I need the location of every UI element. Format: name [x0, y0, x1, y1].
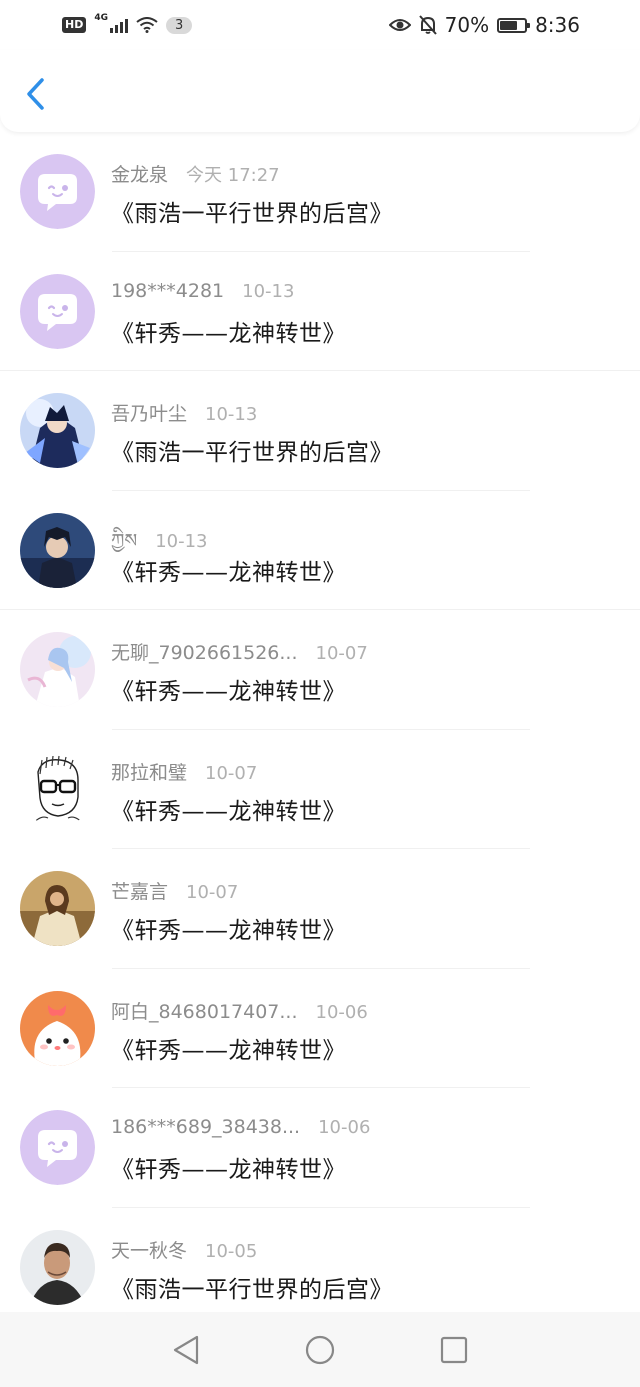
- sender-name: 金龙泉: [111, 164, 169, 186]
- nav-back-button[interactable]: [164, 1328, 208, 1372]
- sender-name: 阿白_8468017407...: [111, 1000, 298, 1023]
- avatar[interactable]: [20, 512, 95, 588]
- book-title: 《雨浩一平行世界的后宫》: [111, 201, 393, 227]
- message-item[interactable]: 天一秋冬 10-05 《雨浩一平行世界的后宫》: [0, 1208, 640, 1328]
- message-time: 10-13: [205, 404, 258, 425]
- avatar-image: [20, 393, 95, 468]
- book-title: 《雨浩一平行世界的后宫》: [111, 1276, 393, 1303]
- avatar-image: [20, 1229, 95, 1305]
- avatar[interactable]: [20, 632, 95, 707]
- sender-name: 芒嘉言: [111, 881, 169, 903]
- back-button[interactable]: [16, 72, 56, 116]
- message-meta: 金龙泉 今天 17:27: [111, 160, 280, 187]
- message-item[interactable]: ཀྱིས 10-13 《轩秀——龙神转世》: [0, 491, 640, 611]
- system-nav-bar: [0, 1312, 640, 1387]
- book-title: 《轩秀——龙神转世》: [111, 798, 346, 825]
- network-type: 4G: [94, 13, 108, 23]
- wifi-count-badge: 3: [166, 16, 193, 34]
- message-time: 10-13: [242, 280, 295, 302]
- book-title: 《轩秀——龙神转世》: [111, 1157, 346, 1183]
- sender-name: 吾乃叶尘: [111, 403, 188, 425]
- avatar-image: [20, 1110, 95, 1185]
- circle-home-icon: [305, 1335, 335, 1364]
- message-item[interactable]: 吾乃叶尘 10-13 《雨浩一平行世界的后宫》: [0, 371, 640, 491]
- avatar-image: [20, 871, 95, 946]
- message-meta: 198***4281 10-13: [111, 280, 294, 302]
- sender-name: 无聊_7902661526...: [111, 642, 298, 664]
- avatar-image: [20, 751, 95, 827]
- chevron-left-icon: [27, 78, 44, 110]
- avatar[interactable]: [20, 1110, 95, 1185]
- avatar-image: [20, 273, 95, 349]
- message-item[interactable]: 无聊_7902661526... 10-07 《轩秀——龙神转世》: [0, 610, 640, 730]
- message-meta: 阿白_8468017407... 10-06: [111, 997, 368, 1024]
- message-time: 今天 17:27: [186, 165, 280, 186]
- message-time: 10-07: [186, 882, 239, 903]
- sender-name: 198***4281: [111, 279, 225, 302]
- avatar-image: [20, 154, 95, 229]
- message-item[interactable]: 186***689_38438... 10-06 《轩秀——龙神转世》: [0, 1088, 640, 1208]
- eye-icon: [388, 19, 411, 31]
- sender-name: 186***689_38438...: [111, 1116, 301, 1138]
- message-meta: 芒嘉言 10-07: [111, 877, 238, 904]
- square-recents-icon: [440, 1336, 468, 1363]
- status-bar: HD 4G 3 70% 8:36: [0, 0, 640, 50]
- battery-percent: 70%: [444, 13, 490, 37]
- avatar[interactable]: [20, 751, 95, 827]
- message-meta: 186***689_38438... 10-06: [111, 1116, 370, 1138]
- avatar[interactable]: [20, 871, 95, 946]
- triangle-back-icon: [173, 1335, 199, 1364]
- book-title: 《轩秀——龙神转世》: [111, 918, 346, 944]
- avatar[interactable]: [20, 990, 95, 1066]
- book-title: 《轩秀——龙神转世》: [111, 320, 346, 347]
- message-time: 10-06: [318, 1117, 371, 1138]
- signal-icon: [110, 17, 128, 33]
- clock: 8:36: [535, 13, 580, 37]
- nav-recents-button[interactable]: [432, 1328, 476, 1372]
- message-meta: 那拉和璧 10-07: [111, 758, 257, 785]
- avatar[interactable]: [20, 154, 95, 229]
- message-item[interactable]: 金龙泉 今天 17:27 《雨浩一平行世界的后宫》: [0, 132, 640, 252]
- avatar[interactable]: [20, 1229, 95, 1305]
- message-time: 10-05: [205, 1240, 258, 1262]
- book-title: 《轩秀——龙神转世》: [111, 559, 346, 586]
- message-item[interactable]: 198***4281 10-13 《轩秀——龙神转世》: [0, 252, 640, 372]
- message-time: 10-07: [205, 762, 258, 784]
- avatar[interactable]: [20, 393, 95, 468]
- message-meta: 无聊_7902661526... 10-07: [111, 638, 368, 665]
- book-title: 《雨浩一平行世界的后宫》: [111, 440, 393, 466]
- message-list: 金龙泉 今天 17:27 《雨浩一平行世界的后宫》 198***4281 10-13 《…: [0, 132, 640, 1327]
- message-meta: 天一秋冬 10-05: [111, 1236, 257, 1263]
- battery-icon: [497, 17, 531, 33]
- message-item[interactable]: 芒嘉言 10-07 《轩秀——龙神转世》: [0, 849, 640, 969]
- message-time: 10-07: [315, 643, 368, 664]
- avatar-image: [20, 512, 95, 588]
- book-title: 《轩秀——龙神转世》: [111, 679, 346, 705]
- top-app-bar: [0, 50, 640, 132]
- mute-bell-icon: [418, 15, 437, 35]
- avatar[interactable]: [20, 273, 95, 349]
- sender-name: 那拉和璧: [111, 761, 188, 784]
- nav-home-button[interactable]: [298, 1328, 342, 1372]
- book-title: 《轩秀——龙神转世》: [111, 1037, 346, 1064]
- avatar-image: [20, 990, 95, 1066]
- hd-badge: HD: [62, 17, 87, 33]
- avatar-image: [20, 632, 95, 707]
- message-time: 10-06: [315, 1001, 368, 1023]
- message-item[interactable]: 那拉和璧 10-07 《轩秀——龙神转世》: [0, 730, 640, 850]
- sender-name: 天一秋冬: [111, 1239, 188, 1262]
- message-meta: 吾乃叶尘 10-13: [111, 399, 257, 426]
- message-item[interactable]: 阿白_8468017407... 10-06 《轩秀——龙神转世》: [0, 969, 640, 1089]
- wifi-icon: [136, 17, 158, 33]
- message-time: 10-13: [155, 530, 208, 552]
